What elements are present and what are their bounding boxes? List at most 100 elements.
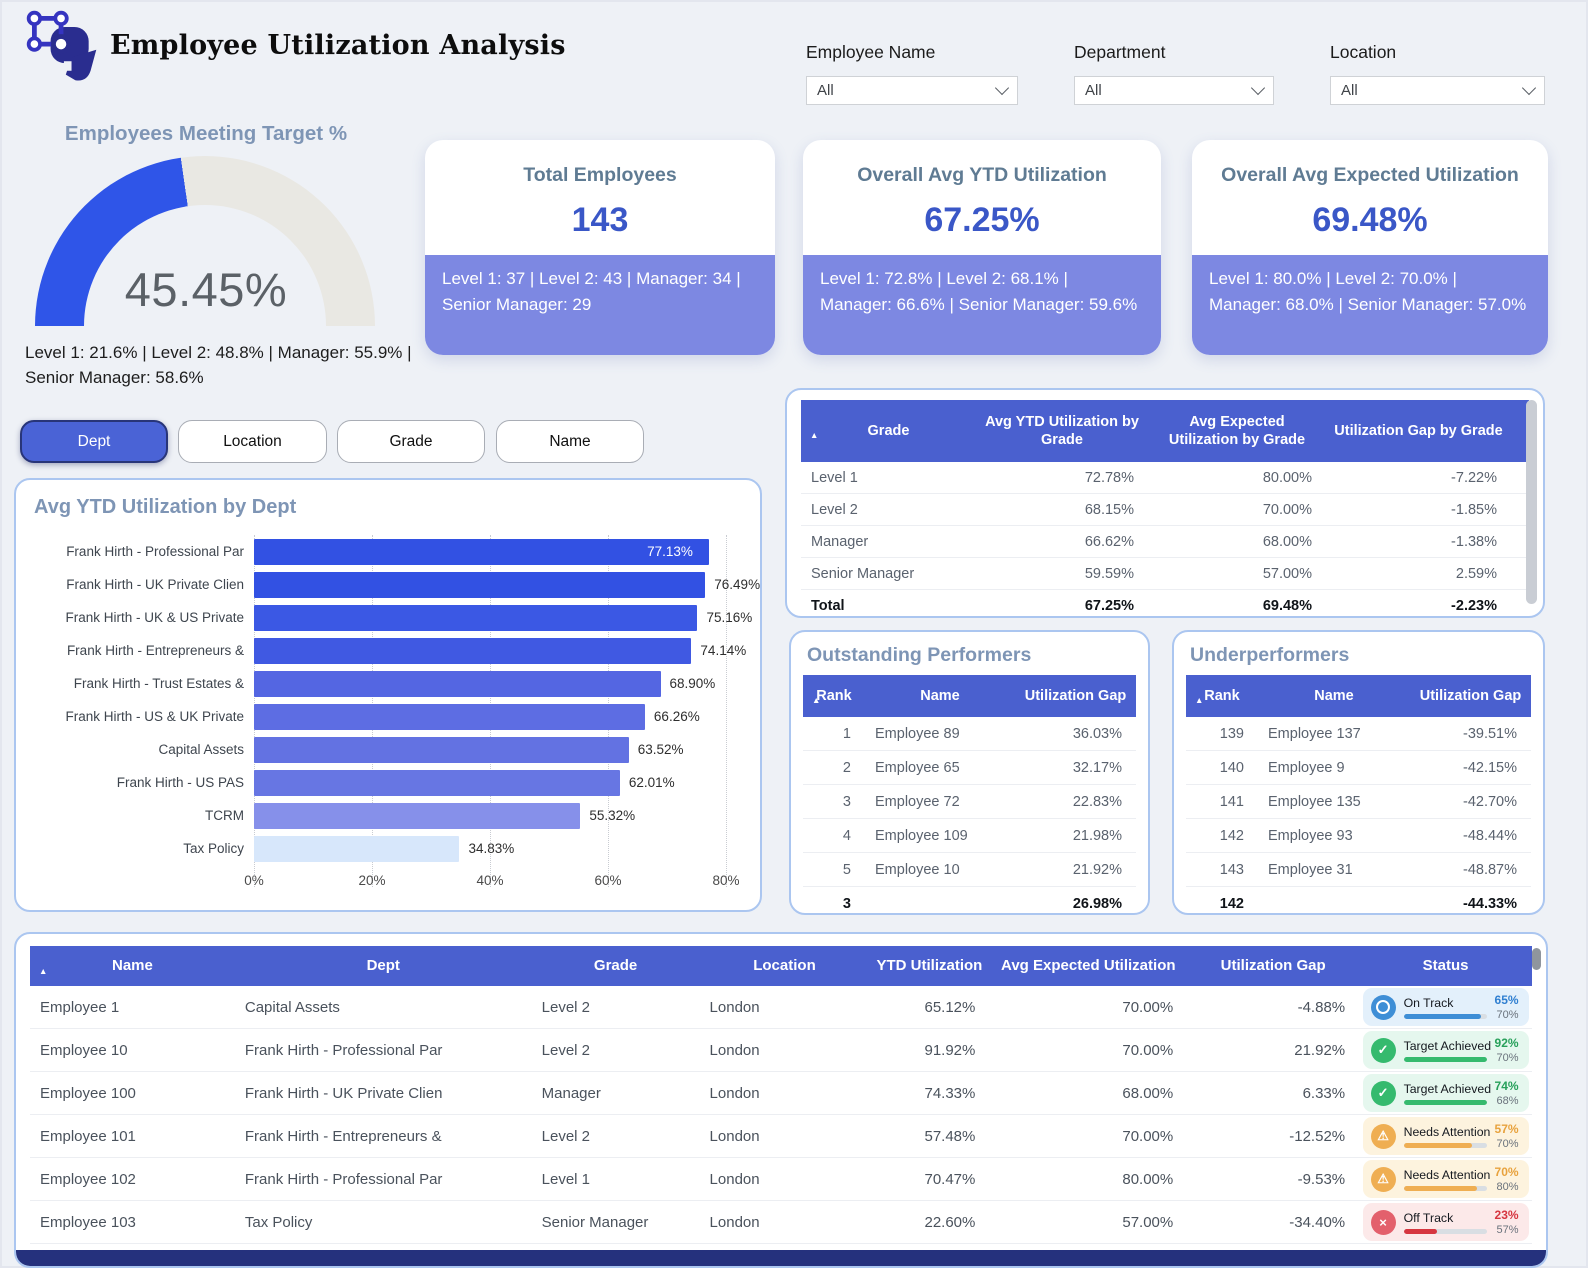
employee-table-header-avg-expected-utilization[interactable]: Avg Expected Utilization [989, 953, 1187, 980]
employee-row[interactable]: Employee 100 Frank Hirth - UK Private Cli… [30, 1072, 1532, 1115]
grade-table-row[interactable]: Senior Manager 59.59% 57.00% 2.59% [801, 558, 1529, 590]
outstanding-table-header-name[interactable]: Name [865, 683, 1015, 709]
status-percentages: 70% 80% [1495, 1165, 1519, 1193]
outstanding-table-cell: 5 [842, 861, 851, 878]
outstanding-table-cell: 3 [842, 793, 851, 810]
grade-table-row[interactable]: Level 2 68.15% 70.00% -1.85% [801, 494, 1529, 526]
tab-name[interactable]: Name [496, 420, 644, 463]
outstanding-table-header-utilization-gap[interactable]: Utilization Gap [1015, 683, 1136, 709]
employee-row[interactable]: Employee 102 Frank Hirth - Professional P… [30, 1158, 1532, 1201]
grade-table-header-grade[interactable]: Grade ▲ [801, 418, 976, 444]
employee-table-header-location[interactable]: Location [700, 953, 870, 980]
bar-frank-hirth-us-pas[interactable] [254, 769, 620, 796]
bar-value-label: 77.13% [647, 543, 693, 559]
underperformers-table-row[interactable]: 140 Employee 9 -42.15% [1186, 751, 1531, 785]
employee-cell: Senior Manager [541, 1213, 649, 1231]
employee-table-header-status[interactable]: Status [1359, 953, 1532, 980]
bar-area: 66.26% [254, 700, 756, 733]
outstanding-table-row[interactable]: 3 Employee 72 22.83% [803, 785, 1136, 819]
outstanding-table-cell: 1 [842, 725, 851, 742]
kpi-title: Overall Avg YTD Utilization [857, 164, 1107, 186]
employee-table-header-grade[interactable]: Grade [532, 953, 700, 980]
grade-table-header: Grade ▲ Avg YTD Utilization by Grade Avg Ex… [801, 400, 1529, 462]
underperformers-table-row[interactable]: 139 Employee 137 -39.51% [1186, 717, 1531, 751]
filter-dropdown-department[interactable]: All [1074, 76, 1274, 105]
employee-status-cell: ✓ Target Achieved 74% 68% [1359, 1074, 1532, 1112]
underperformers-table-cell: -39.51% [1462, 725, 1517, 742]
bar-category-label: Capital Assets [158, 742, 244, 757]
underperformers-table-header-rank[interactable]: Rank ▲ [1186, 683, 1258, 709]
bar-tcrm[interactable] [254, 802, 581, 829]
tab-dept[interactable]: Dept [20, 420, 168, 463]
status-progress-bar [1403, 1099, 1487, 1105]
underperformers-table-row[interactable]: 143 Employee 31 -48.87% [1186, 853, 1531, 887]
status-middle: Needs Attention [1403, 1125, 1490, 1148]
bar-tax-policy[interactable] [254, 835, 460, 862]
underperformers-table-row[interactable]: 142 Employee 93 -48.44% [1186, 819, 1531, 853]
underperformers-table-cell: Employee 31 [1268, 861, 1353, 878]
outstanding-table-row[interactable]: 1 Employee 89 36.03% [803, 717, 1136, 751]
underperformers-table-header-utilization-gap[interactable]: Utilization Gap [1410, 683, 1531, 709]
employee-row[interactable]: Employee 103 Tax Policy Senior Manager Lond… [30, 1201, 1532, 1244]
bar-frank-hirth-uk-us-private[interactable] [254, 604, 698, 631]
underperformers-table-row[interactable]: 141 Employee 135 -42.70% [1186, 785, 1531, 819]
employee-table-header-dept[interactable]: Dept [235, 953, 532, 980]
employee-cell: 57.48% [924, 1127, 976, 1145]
grade-table-row[interactable]: Manager 66.62% 68.00% -1.38% [801, 526, 1529, 558]
employee-table-header-utilization-gap[interactable]: Utilization Gap [1187, 953, 1359, 980]
status-percentages: 74% 68% [1495, 1079, 1519, 1107]
bar-frank-hirth-professional-par[interactable] [254, 538, 710, 565]
employee-cell: -34.40% [1289, 1213, 1346, 1231]
tab-grade[interactable]: Grade [337, 420, 485, 463]
warning-icon: ⚠ [1370, 1166, 1396, 1192]
employee-table-header-name[interactable]: Name ▲ [30, 953, 235, 980]
employee-cell: Employee 101 [40, 1127, 136, 1145]
employee-row[interactable]: Employee 10 Frank Hirth - Professional Pa… [30, 1029, 1532, 1072]
bar-value-label: 34.83% [468, 840, 515, 856]
outstanding-table-row[interactable]: 4 Employee 109 21.98% [803, 819, 1136, 853]
kpi-card-overall-avg-expected-utilization: Overall Avg Expected Utilization 69.48% Le… [1192, 140, 1548, 355]
grade-table-header-avg-expected-utilization-by-grade[interactable]: Avg Expected Utilization by Grade [1148, 409, 1326, 453]
filter-dropdown-location[interactable]: All [1330, 76, 1545, 105]
outstanding-table-header-rank[interactable]: Rank ▲ [803, 683, 865, 709]
grade-table-cell: Total [811, 597, 845, 614]
employee-table-header-ytd-utilization[interactable]: YTD Utilization [869, 953, 989, 980]
employee-row[interactable]: Employee 101 Frank Hirth - Entrepreneurs … [30, 1115, 1532, 1158]
bar-capital-assets[interactable] [254, 736, 629, 763]
check-icon: ✓ [1370, 1037, 1396, 1063]
bar-frank-hirth-uk-private-clien[interactable] [254, 571, 706, 598]
employee-cell: 6.33% [1302, 1084, 1346, 1102]
scrollbar-thumb[interactable] [1526, 400, 1537, 604]
bar-value-label: 63.52% [637, 741, 684, 757]
bar-chart: Frank Hirth - Professional Par 77.13% Fran… [34, 535, 760, 897]
outstanding-table-row[interactable]: 2 Employee 65 32.17% [803, 751, 1136, 785]
employee-table-panel: Name ▲ Dept Grade Location YTD Utilization Avg… [14, 932, 1548, 1268]
grade-table-panel: Grade ▲ Avg YTD Utilization by Grade Avg Ex… [785, 388, 1545, 618]
check-icon: ✓ [1370, 1080, 1396, 1106]
employee-row[interactable]: Employee 1 Capital Assets Level 2 London 65.… [30, 986, 1532, 1029]
tab-location[interactable]: Location [178, 420, 327, 463]
employee-cell: London [709, 1213, 760, 1231]
page-title: Employee Utilization Analysis [110, 30, 566, 61]
filter-dropdown-employee-name[interactable]: All [806, 76, 1018, 105]
underperformers-table-header-name[interactable]: Name [1258, 683, 1410, 709]
status-badge-on-track: On Track 65% 70% [1362, 988, 1529, 1026]
underperformers-table-cell: Employee 9 [1268, 759, 1345, 776]
status-progress-fill [1403, 1099, 1487, 1105]
underperformers-table-header: Rank ▲ Name Utilization Gap [1186, 675, 1531, 717]
grade-table-cell: Senior Manager [811, 565, 915, 582]
outstanding-table-row[interactable]: 5 Employee 10 21.92% [803, 853, 1136, 887]
bar-frank-hirth-us-uk-private[interactable] [254, 703, 645, 730]
bar-frank-hirth-trust-estates[interactable] [254, 670, 661, 697]
grade-table-row[interactable]: Level 1 72.78% 80.00% -7.22% [801, 462, 1529, 494]
bar-frank-hirth-entrepreneurs[interactable] [254, 637, 692, 664]
grade-table-header-utilization-gap-by-grade[interactable]: Utilization Gap by Grade [1326, 418, 1511, 444]
grade-table-header-avg-ytd-utilization-by-grade[interactable]: Avg YTD Utilization by Grade [976, 409, 1148, 453]
chevron-down-icon [1250, 80, 1266, 96]
outstanding-table-cell: Employee 10 [875, 861, 960, 878]
scrollbar-thumb[interactable] [1532, 948, 1541, 970]
underperformers-table-cell: -48.87% [1462, 861, 1517, 878]
bar-category-label: Frank Hirth - Trust Estates & [73, 676, 244, 691]
employee-cell: London [709, 998, 760, 1016]
employee-cell: Capital Assets [244, 998, 340, 1016]
